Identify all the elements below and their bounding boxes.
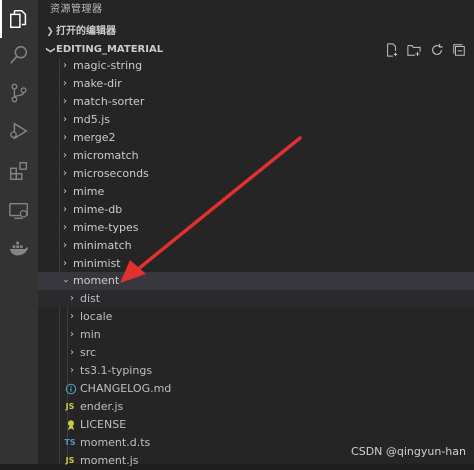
tree-file[interactable]: LICENSE <box>38 416 474 434</box>
chevron-right-icon: › <box>63 132 67 143</box>
search-icon[interactable] <box>8 44 30 66</box>
chevron-right-icon: › <box>70 365 74 376</box>
remote-explorer-icon[interactable] <box>8 200 30 222</box>
chevron-right-icon: › <box>63 168 67 179</box>
chevron-right-icon: › <box>63 96 67 107</box>
license-icon <box>64 418 78 432</box>
tree-subfolder[interactable]: › dist <box>38 290 474 308</box>
tree-folder[interactable]: › mime <box>38 183 474 201</box>
tree-folder[interactable]: › minimatch <box>38 237 474 255</box>
tree-file[interactable]: CHANGELOG.md <box>38 380 474 398</box>
explorer-title: 资源管理器 <box>50 4 103 15</box>
collapse-all-icon[interactable] <box>452 43 466 57</box>
tree-folder[interactable]: › make-dir <box>38 75 474 93</box>
watermark: CSDN @qingyun-han <box>351 445 466 458</box>
tree-folder[interactable]: › microseconds <box>38 165 474 183</box>
extensions-icon[interactable] <box>8 160 30 182</box>
docker-icon[interactable] <box>8 238 30 260</box>
run-debug-icon[interactable] <box>8 120 30 142</box>
chevron-right-icon: › <box>70 293 74 304</box>
chevron-right-icon: › <box>63 78 67 89</box>
refresh-icon[interactable] <box>430 43 444 57</box>
activity-bar <box>0 0 38 464</box>
info-icon <box>64 382 78 396</box>
ts-icon: TS <box>64 438 76 447</box>
chevron-right-icon: › <box>63 150 67 161</box>
tree-subfolder[interactable]: › ts3.1-typings <box>38 362 474 380</box>
new-folder-icon[interactable] <box>407 43 421 57</box>
tree-folder[interactable]: › mime-types <box>38 219 474 237</box>
chevron-right-icon: › <box>63 186 67 197</box>
chevron-right-icon: › <box>70 329 74 340</box>
chevron-right-icon: › <box>63 258 67 269</box>
tree-folder[interactable]: › match-sorter <box>38 93 474 111</box>
open-editors-label: 打开的编辑器 <box>56 26 116 37</box>
chevron-right-icon: › <box>63 114 67 125</box>
tree-subfolder[interactable]: › locale <box>38 308 474 326</box>
explorer-sidebar: 资源管理器 ❯ 打开的编辑器 ❯ EDITING_MATERIAL › magic… <box>38 0 474 467</box>
tree-file[interactable]: JS ender.js <box>38 398 474 416</box>
tree-subfolder[interactable]: › min <box>38 326 474 344</box>
tree-folder[interactable]: › magic-string <box>38 57 474 75</box>
chevron-right-icon: › <box>70 347 74 358</box>
tree-folder[interactable]: › merge2 <box>38 129 474 147</box>
chevron-right-icon: › <box>63 240 67 251</box>
open-editors-section[interactable]: ❯ 打开的编辑器 <box>38 22 474 42</box>
tree-folder[interactable]: › mime-db <box>38 201 474 219</box>
js-icon: JS <box>65 402 75 411</box>
js-icon: JS <box>65 456 75 465</box>
explorer-icon[interactable] <box>8 8 30 30</box>
new-file-icon[interactable] <box>385 43 399 57</box>
active-indicator <box>0 0 2 38</box>
chevron-right-icon: › <box>70 311 74 322</box>
source-control-icon[interactable] <box>8 82 30 104</box>
chevron-right-icon: › <box>63 222 67 233</box>
tree-subfolder[interactable]: › src <box>38 344 474 362</box>
chevron-down-icon: › <box>60 279 71 283</box>
tree-folder-expanded[interactable]: › moment <box>38 272 474 290</box>
tree-folder[interactable]: › micromatch <box>38 147 474 165</box>
chevron-right-icon: › <box>63 204 67 215</box>
chevron-right-icon: › <box>63 60 67 71</box>
tree-folder[interactable]: › minimist <box>38 255 474 273</box>
tree-folder[interactable]: › md5.js <box>38 111 474 129</box>
